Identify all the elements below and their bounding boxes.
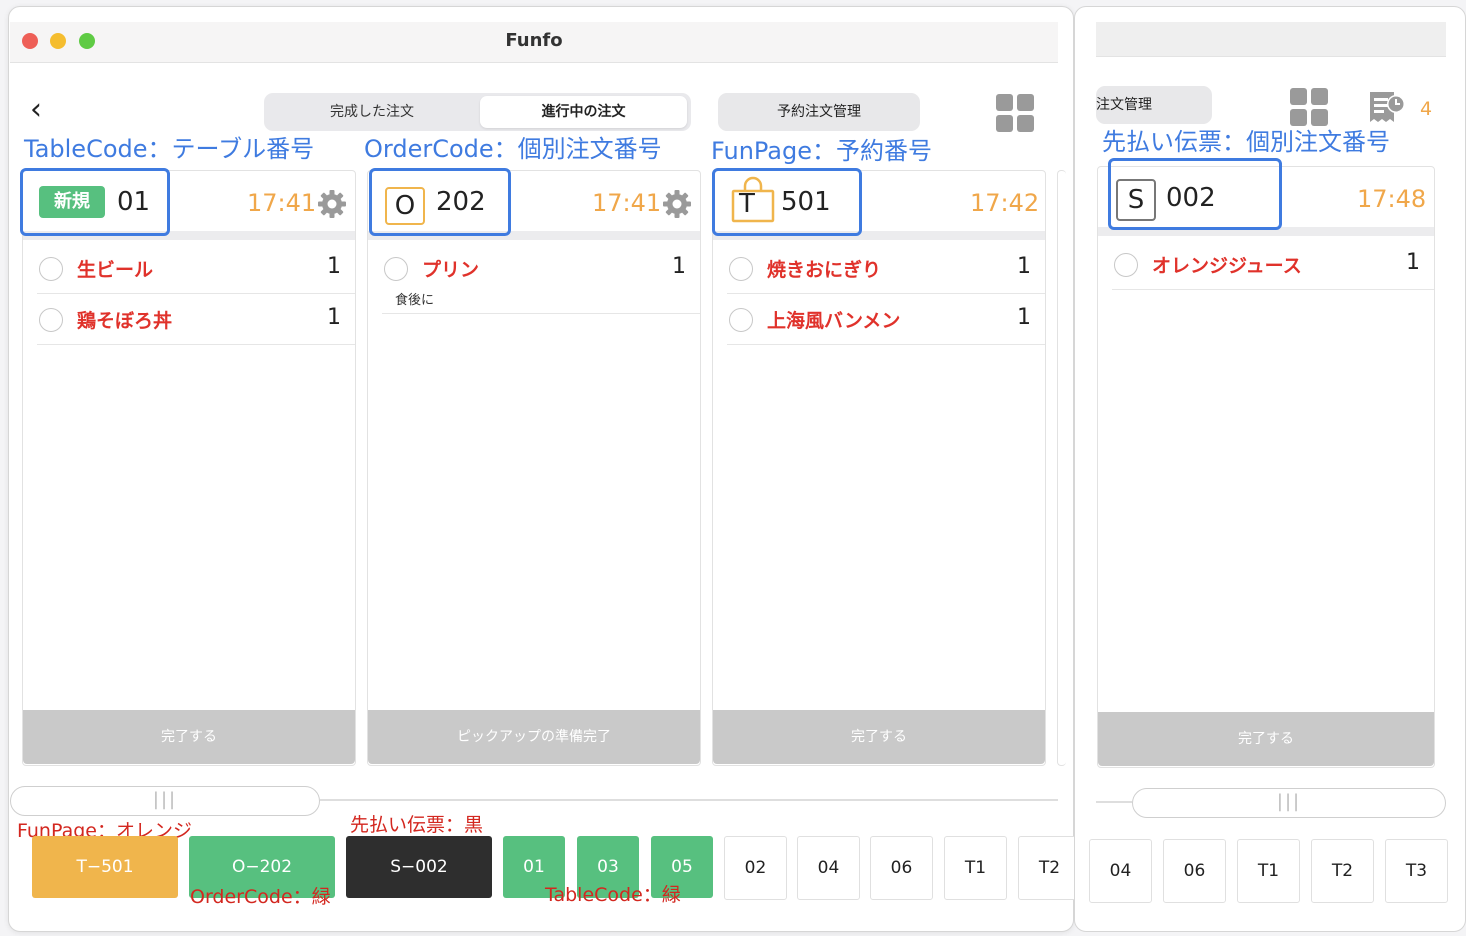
order-card-funpage-501: T 501 17:42 焼きおにぎり 1 上海風バンメン 1 完了する — [712, 170, 1046, 766]
item-check-radio[interactable] — [1114, 253, 1138, 277]
order-card-table-01: 新規 01 17:41 生ビール 1 鶏そぼろ丼 1 完了する — [22, 170, 356, 766]
order-time: 17:42 — [970, 189, 1040, 217]
order-time: 17:48 — [1357, 185, 1427, 213]
item-check-radio[interactable] — [729, 308, 753, 332]
bottom-tab-table[interactable]: 04 — [1089, 839, 1152, 903]
tab-reservation-orders[interactable]: 予約注文管理 — [718, 93, 920, 131]
bottom-tab-table[interactable]: T2 — [1311, 839, 1374, 903]
window-title: Funfo — [505, 30, 563, 51]
reservation-count-badge: 4 — [1420, 98, 1433, 120]
item-qty: 1 — [1017, 254, 1031, 279]
tab-completed-orders[interactable]: 完成した注文 — [268, 96, 476, 128]
item-qty: 1 — [1406, 250, 1420, 275]
back-chevron-icon[interactable]: ‹ — [30, 95, 42, 125]
scroll-track — [320, 799, 1058, 801]
gear-icon[interactable] — [317, 189, 347, 219]
pickup-ready-button[interactable]: ピックアップの準備完了 — [368, 710, 700, 764]
item-check-radio[interactable] — [384, 257, 408, 281]
item-name: プリン — [422, 259, 480, 281]
complete-button[interactable]: 完了する — [713, 710, 1045, 764]
bottom-tab-prepaid[interactable]: S−002 — [346, 836, 492, 898]
order-status-segmented-control: 完成した注文 進行中の注文 — [264, 93, 691, 131]
item-check-radio[interactable] — [39, 257, 63, 281]
highlight-box-funpage — [712, 168, 862, 236]
highlight-box-tablecode — [20, 168, 170, 236]
order-item-row[interactable]: プリン 1 食後に — [382, 243, 700, 314]
bottom-tab-funpage[interactable]: T−501 — [32, 836, 178, 898]
highlight-box-ordercode — [369, 168, 511, 236]
order-item-row[interactable]: 上海風バンメン 1 — [727, 294, 1045, 345]
item-check-radio[interactable] — [729, 257, 753, 281]
item-note: 食後に — [395, 293, 435, 308]
receipt-clock-icon[interactable] — [1368, 90, 1408, 126]
order-time: 17:41 — [247, 189, 317, 217]
grid-icon[interactable] — [1290, 88, 1328, 126]
item-name: 上海風バンメン — [767, 310, 901, 332]
item-name: オレンジジュース — [1152, 255, 1302, 277]
bottom-tab-table[interactable]: 02 — [724, 836, 787, 900]
second-title-bar — [1096, 22, 1446, 57]
bottom-tab-table[interactable]: T3 — [1385, 839, 1448, 903]
bottom-tab-table[interactable]: 04 — [797, 836, 860, 900]
annotation-ordercode-color: OrderCode：緑 — [190, 886, 331, 908]
item-check-radio[interactable] — [39, 308, 63, 332]
item-qty: 1 — [327, 254, 341, 279]
scroll-grip-label: ||| — [152, 789, 178, 810]
item-name: 焼きおにぎり — [767, 259, 882, 281]
tab-in-progress-orders[interactable]: 進行中の注文 — [480, 96, 687, 128]
annotation-prepaid: 先払い伝票：個別注文番号 — [1102, 128, 1390, 156]
tab-reservation-orders-cut[interactable]: 注文管理 — [1096, 86, 1212, 124]
bottom-tab-table[interactable]: 06 — [1163, 839, 1226, 903]
bottom-tab-table[interactable]: 06 — [870, 836, 933, 900]
order-item-row[interactable]: 焼きおにぎり 1 — [727, 243, 1045, 294]
scroll-grip-label: ||| — [1276, 791, 1302, 812]
item-name: 生ビール — [77, 259, 154, 281]
scroll-track — [1096, 801, 1132, 803]
annotation-tablecode: TableCode：テーブル番号 — [24, 135, 315, 163]
bottom-tab-table[interactable]: T2 — [1018, 836, 1081, 900]
item-name: 鶏そぼろ丼 — [77, 310, 173, 332]
complete-button[interactable]: 完了する — [1098, 712, 1434, 766]
highlight-box-prepaid — [1108, 158, 1282, 230]
scroll-thumb[interactable]: ||| — [1132, 788, 1446, 818]
order-card-partial — [1057, 170, 1066, 766]
order-item-row[interactable]: 生ビール 1 — [37, 243, 355, 294]
item-qty: 1 — [327, 305, 341, 330]
bottom-tab-table[interactable]: T1 — [944, 836, 1007, 900]
item-qty: 1 — [672, 254, 686, 279]
gear-icon[interactable] — [662, 189, 692, 219]
order-card-prepaid-002: S 002 17:48 オレンジジュース 1 完了する — [1097, 166, 1435, 768]
complete-button[interactable]: 完了する — [23, 710, 355, 764]
order-time: 17:41 — [592, 189, 662, 217]
annotation-prepaid-color: 先払い伝票：黒 — [350, 814, 484, 836]
scroll-thumb[interactable]: ||| — [10, 786, 320, 816]
annotation-tablecode-color: TableCode：緑 — [545, 884, 681, 906]
annotation-ordercode: OrderCode：個別注文番号 — [364, 135, 662, 163]
annotation-funpage: FunPage：予約番号 — [711, 137, 933, 165]
item-qty: 1 — [1017, 305, 1031, 330]
order-item-row[interactable]: 鶏そぼろ丼 1 — [37, 294, 355, 345]
order-card-ordercode-202: O 202 17:41 プリン 1 食後に ピックアップの準備完了 — [367, 170, 701, 766]
bottom-tab-table[interactable]: T1 — [1237, 839, 1300, 903]
order-item-row[interactable]: オレンジジュース 1 — [1112, 239, 1434, 290]
grid-icon[interactable] — [996, 94, 1034, 132]
